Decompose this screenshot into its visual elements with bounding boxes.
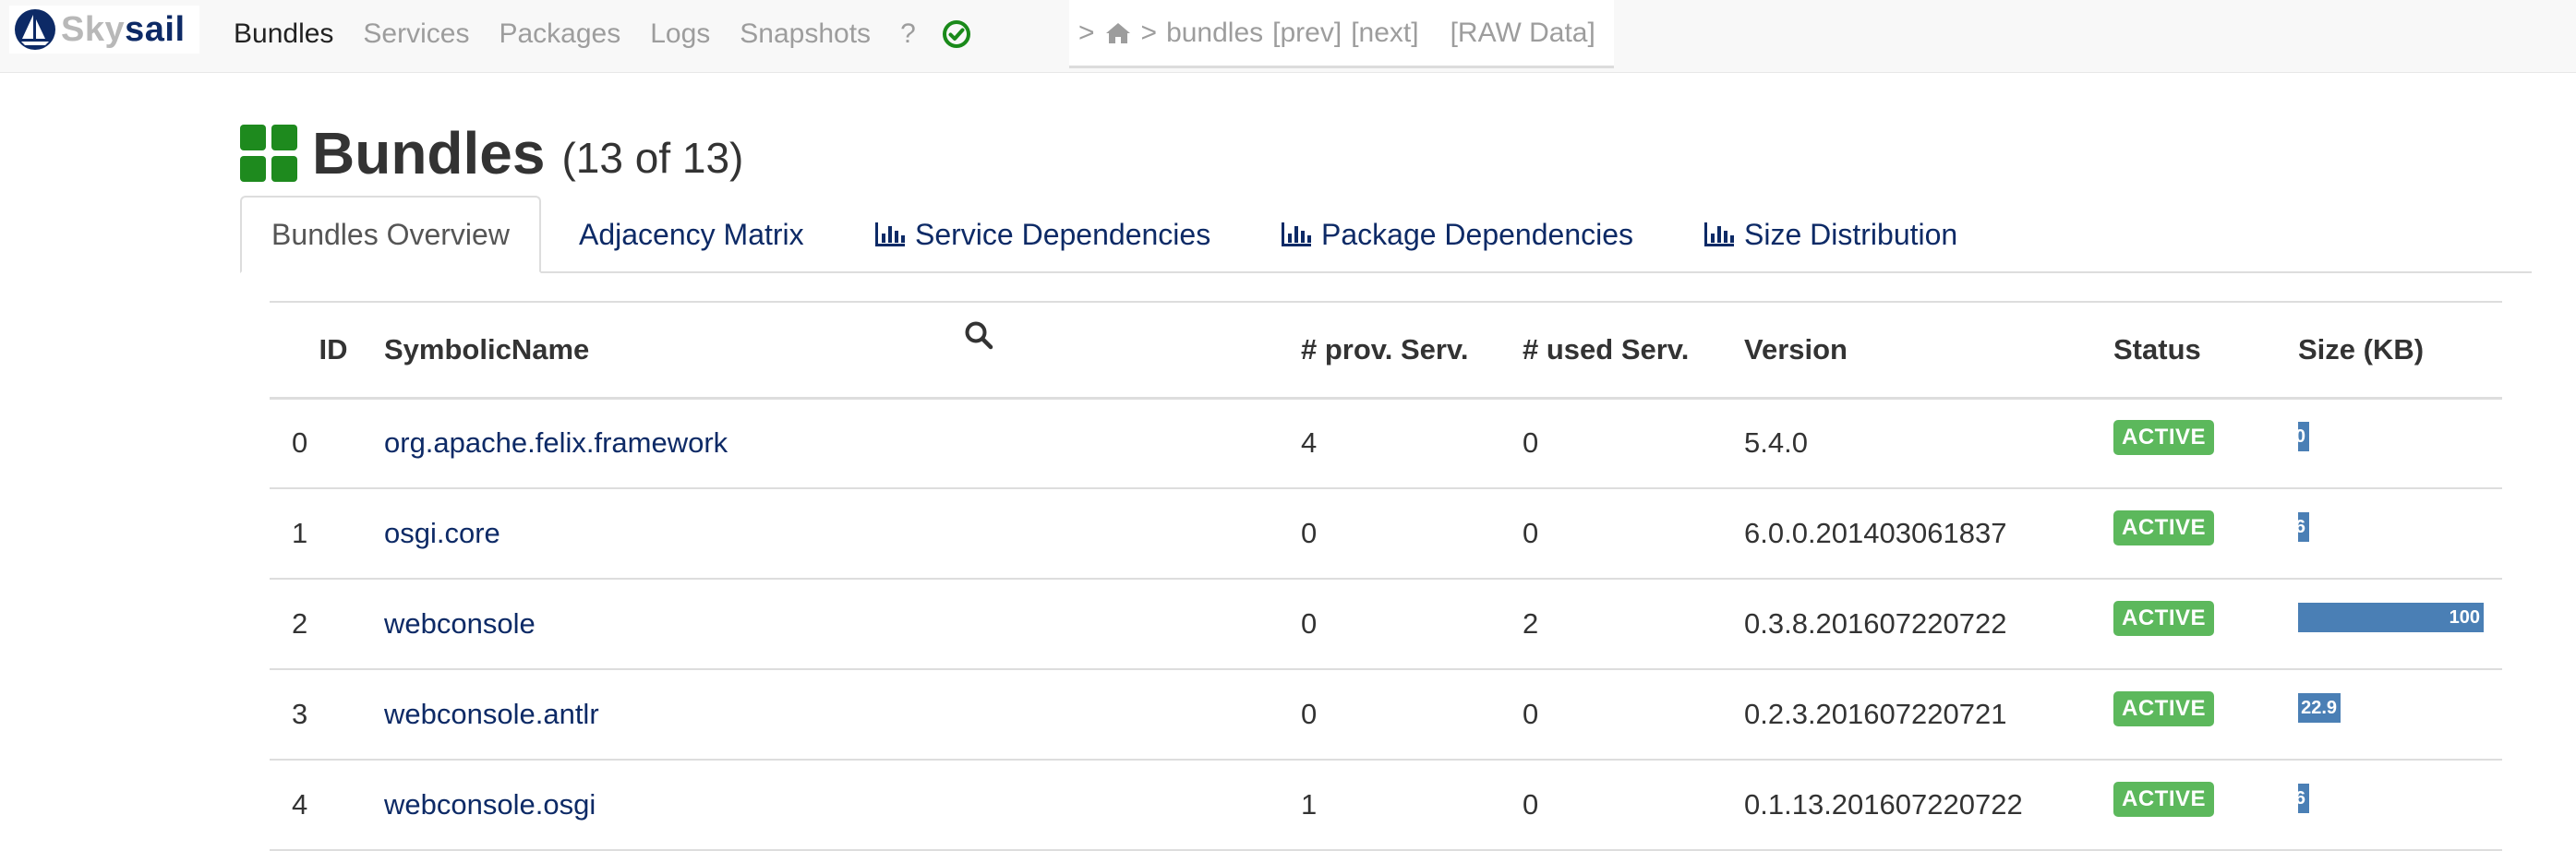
cell-status: ACTIVE [2113,579,2298,669]
cell-provided-services: 0 [1301,517,1318,549]
cell-status: ACTIVE [2113,398,2298,488]
brand-name: Skysail [61,9,186,49]
bar-chart-icon [1704,222,1734,246]
cell-provided-services: 0 [1301,698,1318,730]
grid-icon [240,125,297,182]
cell-provided-services: 1 [1301,788,1318,821]
cell-status: ACTIVE [2113,669,2298,760]
cell-provided-services: 0 [1301,607,1318,640]
size-bar: 6 [2298,784,2310,813]
nav-item-logs[interactable]: Logs [650,18,710,50]
table-row: 2 webconsole 0 2 0.3.8.201607220722 ACTI… [270,579,2502,669]
view-tabs: Bundles Overview Adjacency Matrix Servic… [240,196,2532,273]
cell-size: 6 [2298,488,2502,579]
cell-size: 22.9 [2298,669,2502,760]
brand-logo-link[interactable]: Skysail [9,6,199,54]
size-bar: 6 [2298,512,2309,542]
tab-size-distribution[interactable]: Size Distribution [1703,196,1957,273]
size-bar: 0 [2298,422,2309,452]
search-icon[interactable] [964,320,993,350]
column-header-status[interactable]: Status [2113,302,2298,398]
cell-used-services: 0 [1523,517,1539,549]
prev-link[interactable]: [prev] [1272,18,1342,49]
status-badge: ACTIVE [2113,600,2215,636]
cell-id: 1 [292,517,308,549]
bar-chart-icon [875,222,905,246]
nav-item-help[interactable]: ? [900,18,916,50]
tab-package-dependencies[interactable]: Package Dependencies [1281,196,1633,273]
table-row: 3 webconsole.antlr 0 0 0.2.3.20160722072… [270,669,2502,760]
status-badge: ACTIVE [2113,420,2215,456]
cell-size: 6 [2298,760,2502,850]
cell-used-services: 0 [1523,698,1539,730]
cell-symbolic-name: org.apache.felix.framework [384,398,1301,488]
check-circle-icon[interactable] [942,19,971,49]
cell-version: 6.0.0.201403061837 [1744,517,2007,549]
bar-chart-icon [1282,222,1311,246]
bundle-link[interactable]: webconsole.osgi [384,788,596,821]
cell-used-services: 0 [1523,788,1539,821]
breadcrumb-current: bundles [1166,17,1264,48]
column-header-id[interactable]: ID [270,302,384,398]
cell-symbolic-name: webconsole [384,579,1301,669]
nav-item-packages[interactable]: Packages [499,18,620,50]
cell-symbolic-name: osgi.core [384,488,1301,579]
breadcrumb: > > bundles [prev] [next] [RAW Data] [1069,0,1614,68]
cell-id: 0 [292,426,308,460]
cell-symbolic-name: webconsole.osgi [384,760,1301,850]
cell-provided-services: 4 [1301,426,1318,460]
tab-bundles-overview[interactable]: Bundles Overview [240,196,541,273]
cell-status: ACTIVE [2113,760,2298,850]
cell-id: 4 [292,788,308,821]
column-header-size[interactable]: Size (KB) [2298,302,2502,398]
cell-used-services: 0 [1523,426,1539,460]
cell-size: 100 [2298,579,2502,669]
table-row: 4 webconsole.osgi 1 0 0.1.13.20160722072… [270,760,2502,850]
page-heading: Bundles [312,120,546,186]
bundles-table-container: ID SymbolicName # prov. Serv. # used Ser… [270,301,2502,851]
cell-version: 0.1.13.201607220722 [1744,788,2023,821]
page-title: Bundles (13 of 13) [240,116,743,190]
tab-adjacency-matrix[interactable]: Adjacency Matrix [579,196,804,273]
breadcrumb-separator: > [1078,17,1095,48]
bundle-link[interactable]: webconsole [384,607,536,640]
top-navbar: Skysail Bundles Services Packages Logs S… [0,0,2576,73]
tab-service-dependencies[interactable]: Service Dependencies [874,196,1210,273]
next-link[interactable]: [next] [1351,18,1418,49]
cell-status: ACTIVE [2113,488,2298,579]
nav-item-snapshots[interactable]: Snapshots [740,18,871,50]
bundles-table: ID SymbolicName # prov. Serv. # used Ser… [270,301,2502,851]
size-bar: 22.9 [2298,693,2341,723]
breadcrumb-separator: > [1140,17,1158,48]
table-row: 0 org.apache.felix.framework 4 0 5.4.0 A… [270,398,2502,488]
cell-version: 0.2.3.201607220721 [1744,698,2007,730]
cell-id: 2 [292,607,308,640]
main-nav: Bundles Services Packages Logs Snapshots… [234,0,971,68]
nav-item-bundles[interactable]: Bundles [234,18,333,50]
cell-version: 5.4.0 [1744,426,1808,460]
cell-version: 0.3.8.201607220722 [1744,607,2007,640]
sailboat-logo-icon [15,9,55,50]
bundle-count: (13 of 13) [561,134,744,182]
column-header-used-services[interactable]: # used Serv. [1523,302,1744,398]
nav-item-services[interactable]: Services [363,18,469,50]
size-bar: 100 [2298,603,2484,632]
table-header-row: ID SymbolicName # prov. Serv. # used Ser… [270,302,2502,398]
cell-size: 0 [2298,398,2502,488]
column-header-symbolic-name[interactable]: SymbolicName [384,302,1301,398]
raw-data-link[interactable]: [RAW Data] [1451,18,1595,49]
bundle-link[interactable]: osgi.core [384,517,500,549]
status-badge: ACTIVE [2113,509,2215,545]
cell-symbolic-name: webconsole.antlr [384,669,1301,760]
bundle-link[interactable]: org.apache.felix.framework [384,426,728,459]
column-header-version[interactable]: Version [1744,302,2113,398]
status-badge: ACTIVE [2113,781,2215,817]
column-header-provided-services[interactable]: # prov. Serv. [1301,302,1523,398]
cell-used-services: 2 [1523,607,1539,640]
table-row: 1 osgi.core 0 0 6.0.0.201403061837 ACTIV… [270,488,2502,579]
home-icon[interactable] [1104,21,1132,45]
cell-id: 3 [292,698,308,730]
bundle-link[interactable]: webconsole.antlr [384,698,599,730]
status-badge: ACTIVE [2113,690,2215,726]
